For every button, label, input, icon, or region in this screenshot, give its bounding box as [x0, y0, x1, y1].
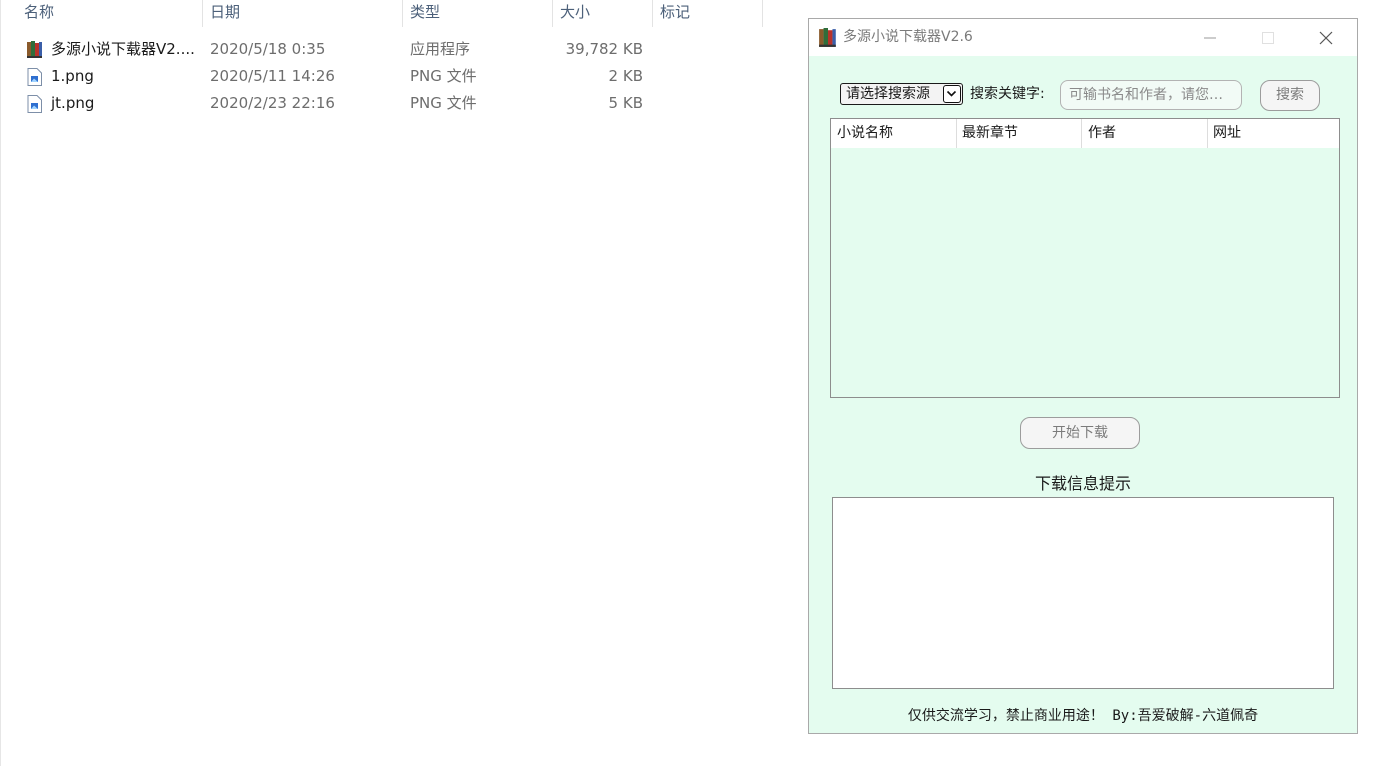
books-icon: [819, 28, 836, 47]
file-type: 应用程序: [410, 40, 471, 58]
dropdown-arrow[interactable]: [943, 85, 961, 103]
column-divider[interactable]: [652, 0, 653, 27]
download-info-title: 下载信息提示: [1034, 474, 1131, 493]
column-header-size[interactable]: 大小: [560, 0, 590, 27]
file-size: 5 KB: [608, 94, 643, 112]
maximize-button[interactable]: [1239, 19, 1297, 56]
file-date: 2020/5/18 0:35: [210, 40, 326, 58]
start-download-button[interactable]: 开始下载: [1020, 417, 1140, 449]
close-icon: [1319, 31, 1333, 44]
column-header-date[interactable]: 日期: [210, 0, 240, 27]
column-header-author[interactable]: 作者: [1082, 119, 1207, 148]
file-name: jt.png: [51, 94, 95, 112]
column-header-tags[interactable]: 标记: [660, 0, 690, 27]
keyword-label: 搜索关键字:: [970, 86, 1045, 102]
png-file-icon: [27, 68, 42, 86]
maximize-icon: [1262, 31, 1274, 44]
file-explorer: 名称 日期 类型 大小 标记 多源小说下载器V2.... 2020/5/18 0…: [0, 0, 808, 766]
download-info-textarea[interactable]: [832, 497, 1334, 689]
file-type: PNG 文件: [410, 67, 477, 85]
books-icon: [27, 41, 42, 58]
column-header-name[interactable]: 名称: [24, 0, 54, 27]
results-table[interactable]: 小说名称 最新章节 作者 网址: [830, 118, 1340, 398]
column-divider[interactable]: [402, 0, 403, 27]
column-header-type[interactable]: 类型: [410, 0, 440, 27]
column-divider[interactable]: [552, 0, 553, 27]
column-header-novel-name[interactable]: 小说名称: [831, 119, 956, 148]
file-date: 2020/5/11 14:26: [210, 67, 335, 85]
file-row[interactable]: jt.png 2020/2/23 22:16 PNG 文件 5 KB: [22, 90, 782, 117]
file-row[interactable]: 多源小说下载器V2.... 2020/5/18 0:35 应用程序 39,782…: [22, 36, 782, 63]
explorer-edge: [0, 0, 1, 766]
column-divider[interactable]: [202, 0, 203, 27]
file-row[interactable]: 1.png 2020/5/11 14:26 PNG 文件 2 KB: [22, 63, 782, 90]
column-header-url[interactable]: 网址: [1207, 119, 1339, 148]
file-size: 39,782 KB: [565, 40, 643, 58]
search-source-select[interactable]: 请选择搜索源: [840, 83, 963, 105]
file-name: 1.png: [51, 67, 94, 85]
file-date: 2020/2/23 22:16: [210, 94, 335, 112]
minimize-icon: [1204, 37, 1216, 38]
search-button[interactable]: 搜索: [1260, 80, 1320, 111]
title-bar[interactable]: 多源小说下载器V2.6: [809, 19, 1357, 56]
search-source-value: 请选择搜索源: [846, 86, 930, 102]
chevron-down-icon: [946, 90, 957, 97]
window-title: 多源小说下载器V2.6: [843, 29, 973, 45]
novel-downloader-window: 多源小说下载器V2.6 请选择搜索源 搜索关键字: 可输书名和作者，请您… 搜索…: [808, 18, 1358, 734]
column-divider[interactable]: [762, 0, 763, 27]
file-name: 多源小说下载器V2....: [51, 40, 195, 58]
footer-disclaimer: 仅供交流学习，禁止商业用途！ By:吾爱破解-六道佩奇: [907, 708, 1259, 724]
column-header-latest-chapter[interactable]: 最新章节: [956, 119, 1081, 148]
png-file-icon: [27, 95, 42, 113]
keyword-input[interactable]: 可输书名和作者，请您…: [1060, 80, 1242, 110]
file-size: 2 KB: [608, 67, 643, 85]
minimize-button[interactable]: [1181, 19, 1239, 56]
results-table-header: 小说名称 最新章节 作者 网址: [831, 119, 1339, 148]
file-type: PNG 文件: [410, 94, 477, 112]
close-button[interactable]: [1297, 19, 1355, 56]
